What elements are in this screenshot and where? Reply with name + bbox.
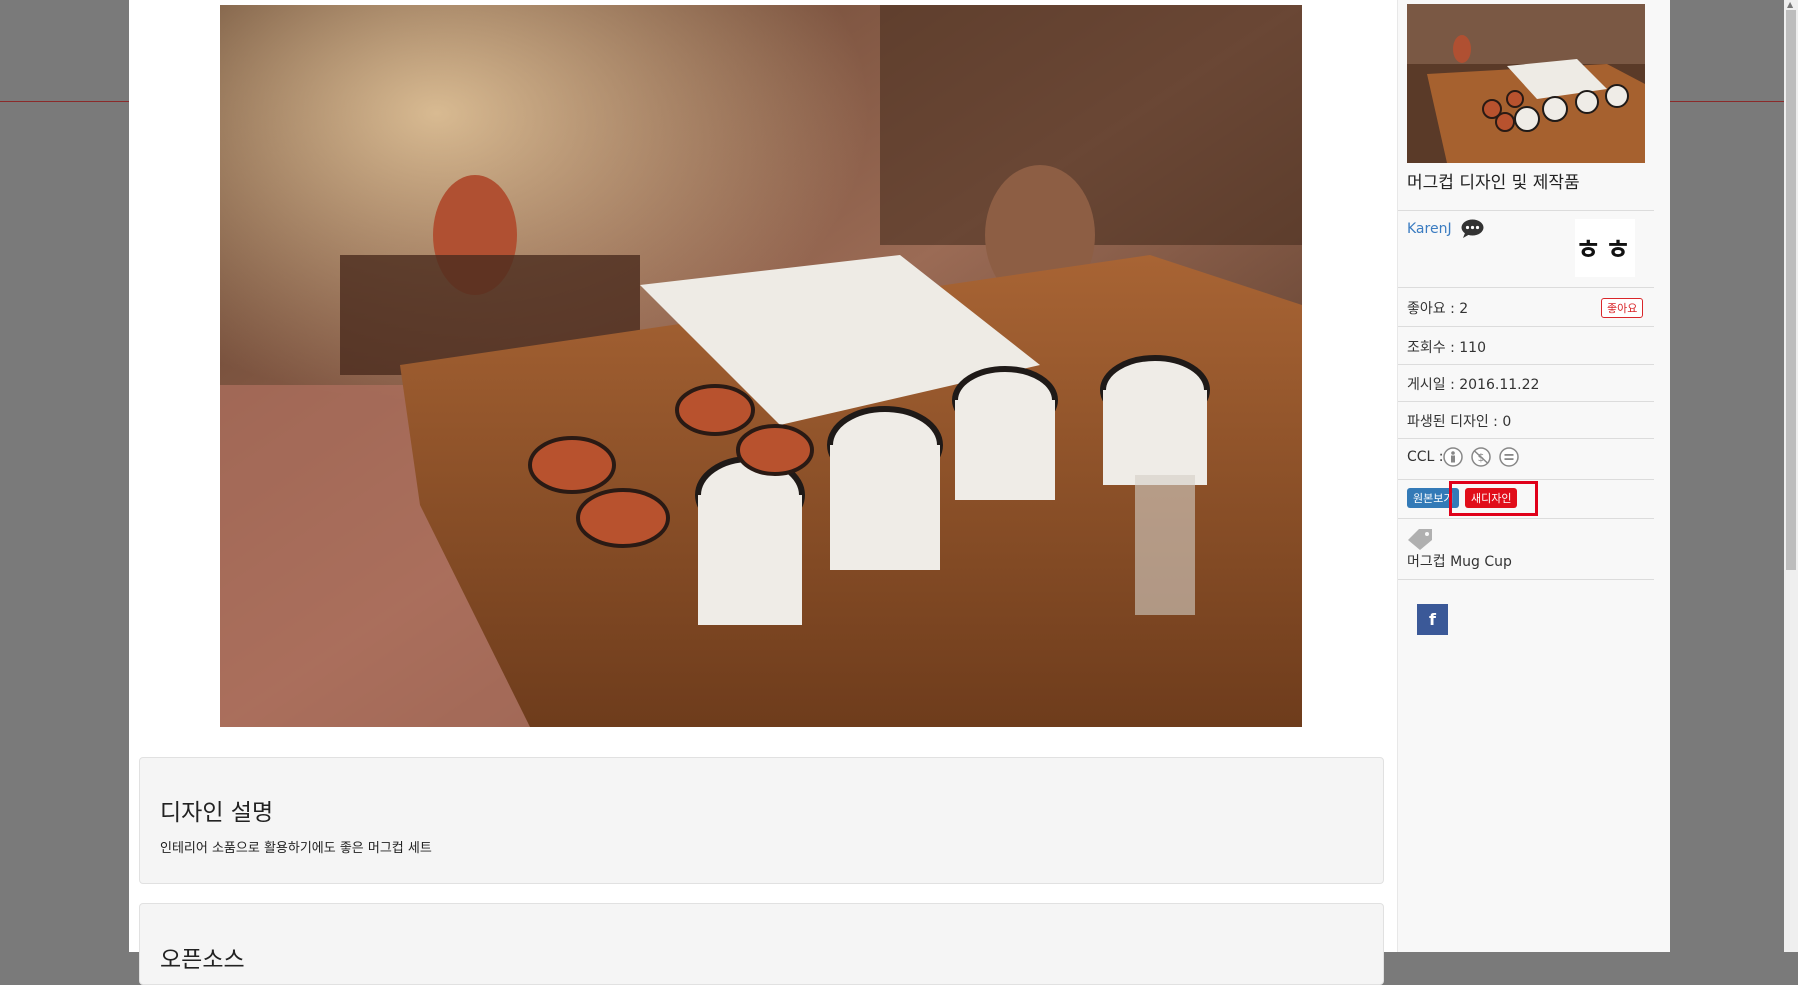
chat-bubble-icon[interactable] (1461, 219, 1484, 238)
product-title: 머그컵 디자인 및 제작품 (1407, 173, 1580, 193)
tags-text: 머그컵 Mug Cup (1407, 554, 1512, 570)
product-info-sidebar: 머그컵 디자인 및 제작품 KarenJ ㅎㅎ 좋아요 : 2 좋아요 조회수 … (1397, 0, 1670, 952)
ccl-nd-icon (1499, 447, 1519, 467)
scrollbar[interactable]: ▲ (1784, 0, 1798, 952)
description-title: 디자인 설명 (160, 800, 274, 826)
design-description-panel: 디자인 설명 인테리어 소품으로 활용하기에도 좋은 머그컵 세트 (139, 757, 1384, 884)
avatar[interactable]: ㅎㅎ (1575, 219, 1635, 277)
description-text: 인테리어 소품으로 활용하기에도 좋은 머그컵 세트 (160, 841, 432, 856)
ccl-nc-icon: $ (1471, 447, 1491, 467)
facebook-icon: f (1429, 610, 1436, 629)
scroll-up-arrow-icon[interactable]: ▲ (1787, 0, 1793, 9)
ccl-by-icon (1443, 447, 1463, 467)
likes-count: 좋아요 : 2 (1407, 301, 1469, 317)
facebook-share-button[interactable]: f (1417, 604, 1448, 635)
posted-date: 게시일 : 2016.11.22 (1407, 377, 1540, 393)
open-source-panel: 오픈소스 (139, 903, 1384, 985)
author-link[interactable]: KarenJ (1407, 221, 1452, 237)
tag-icon (1408, 529, 1432, 550)
views-row: 조회수 : 110 (1398, 326, 1654, 364)
tags-row: 머그컵 Mug Cup (1398, 518, 1654, 580)
scrollbar-thumb[interactable] (1786, 10, 1796, 570)
product-main-image (220, 5, 1302, 727)
open-source-title: 오픈소스 (160, 947, 245, 973)
likes-row: 좋아요 : 2 좋아요 (1398, 287, 1654, 326)
ccl-row: CCL : $ (1398, 438, 1654, 479)
derived-count: 파생된 디자인 : 0 (1407, 414, 1512, 430)
like-button[interactable]: 좋아요 (1601, 298, 1644, 318)
product-thumbnail[interactable] (1407, 4, 1645, 163)
author-row: KarenJ ㅎㅎ (1398, 210, 1654, 287)
badges-row: 원본보기 새디자인 (1398, 479, 1654, 518)
ccl-label: CCL : (1407, 449, 1444, 465)
views-count: 조회수 : 110 (1407, 340, 1486, 356)
design-detail-modal: 디자인 설명 인테리어 소품으로 활용하기에도 좋은 머그컵 세트 오픈소스 머… (129, 0, 1798, 985)
highlight-box (1449, 481, 1538, 516)
derived-row: 파생된 디자인 : 0 (1398, 401, 1654, 438)
posted-row: 게시일 : 2016.11.22 (1398, 364, 1654, 401)
